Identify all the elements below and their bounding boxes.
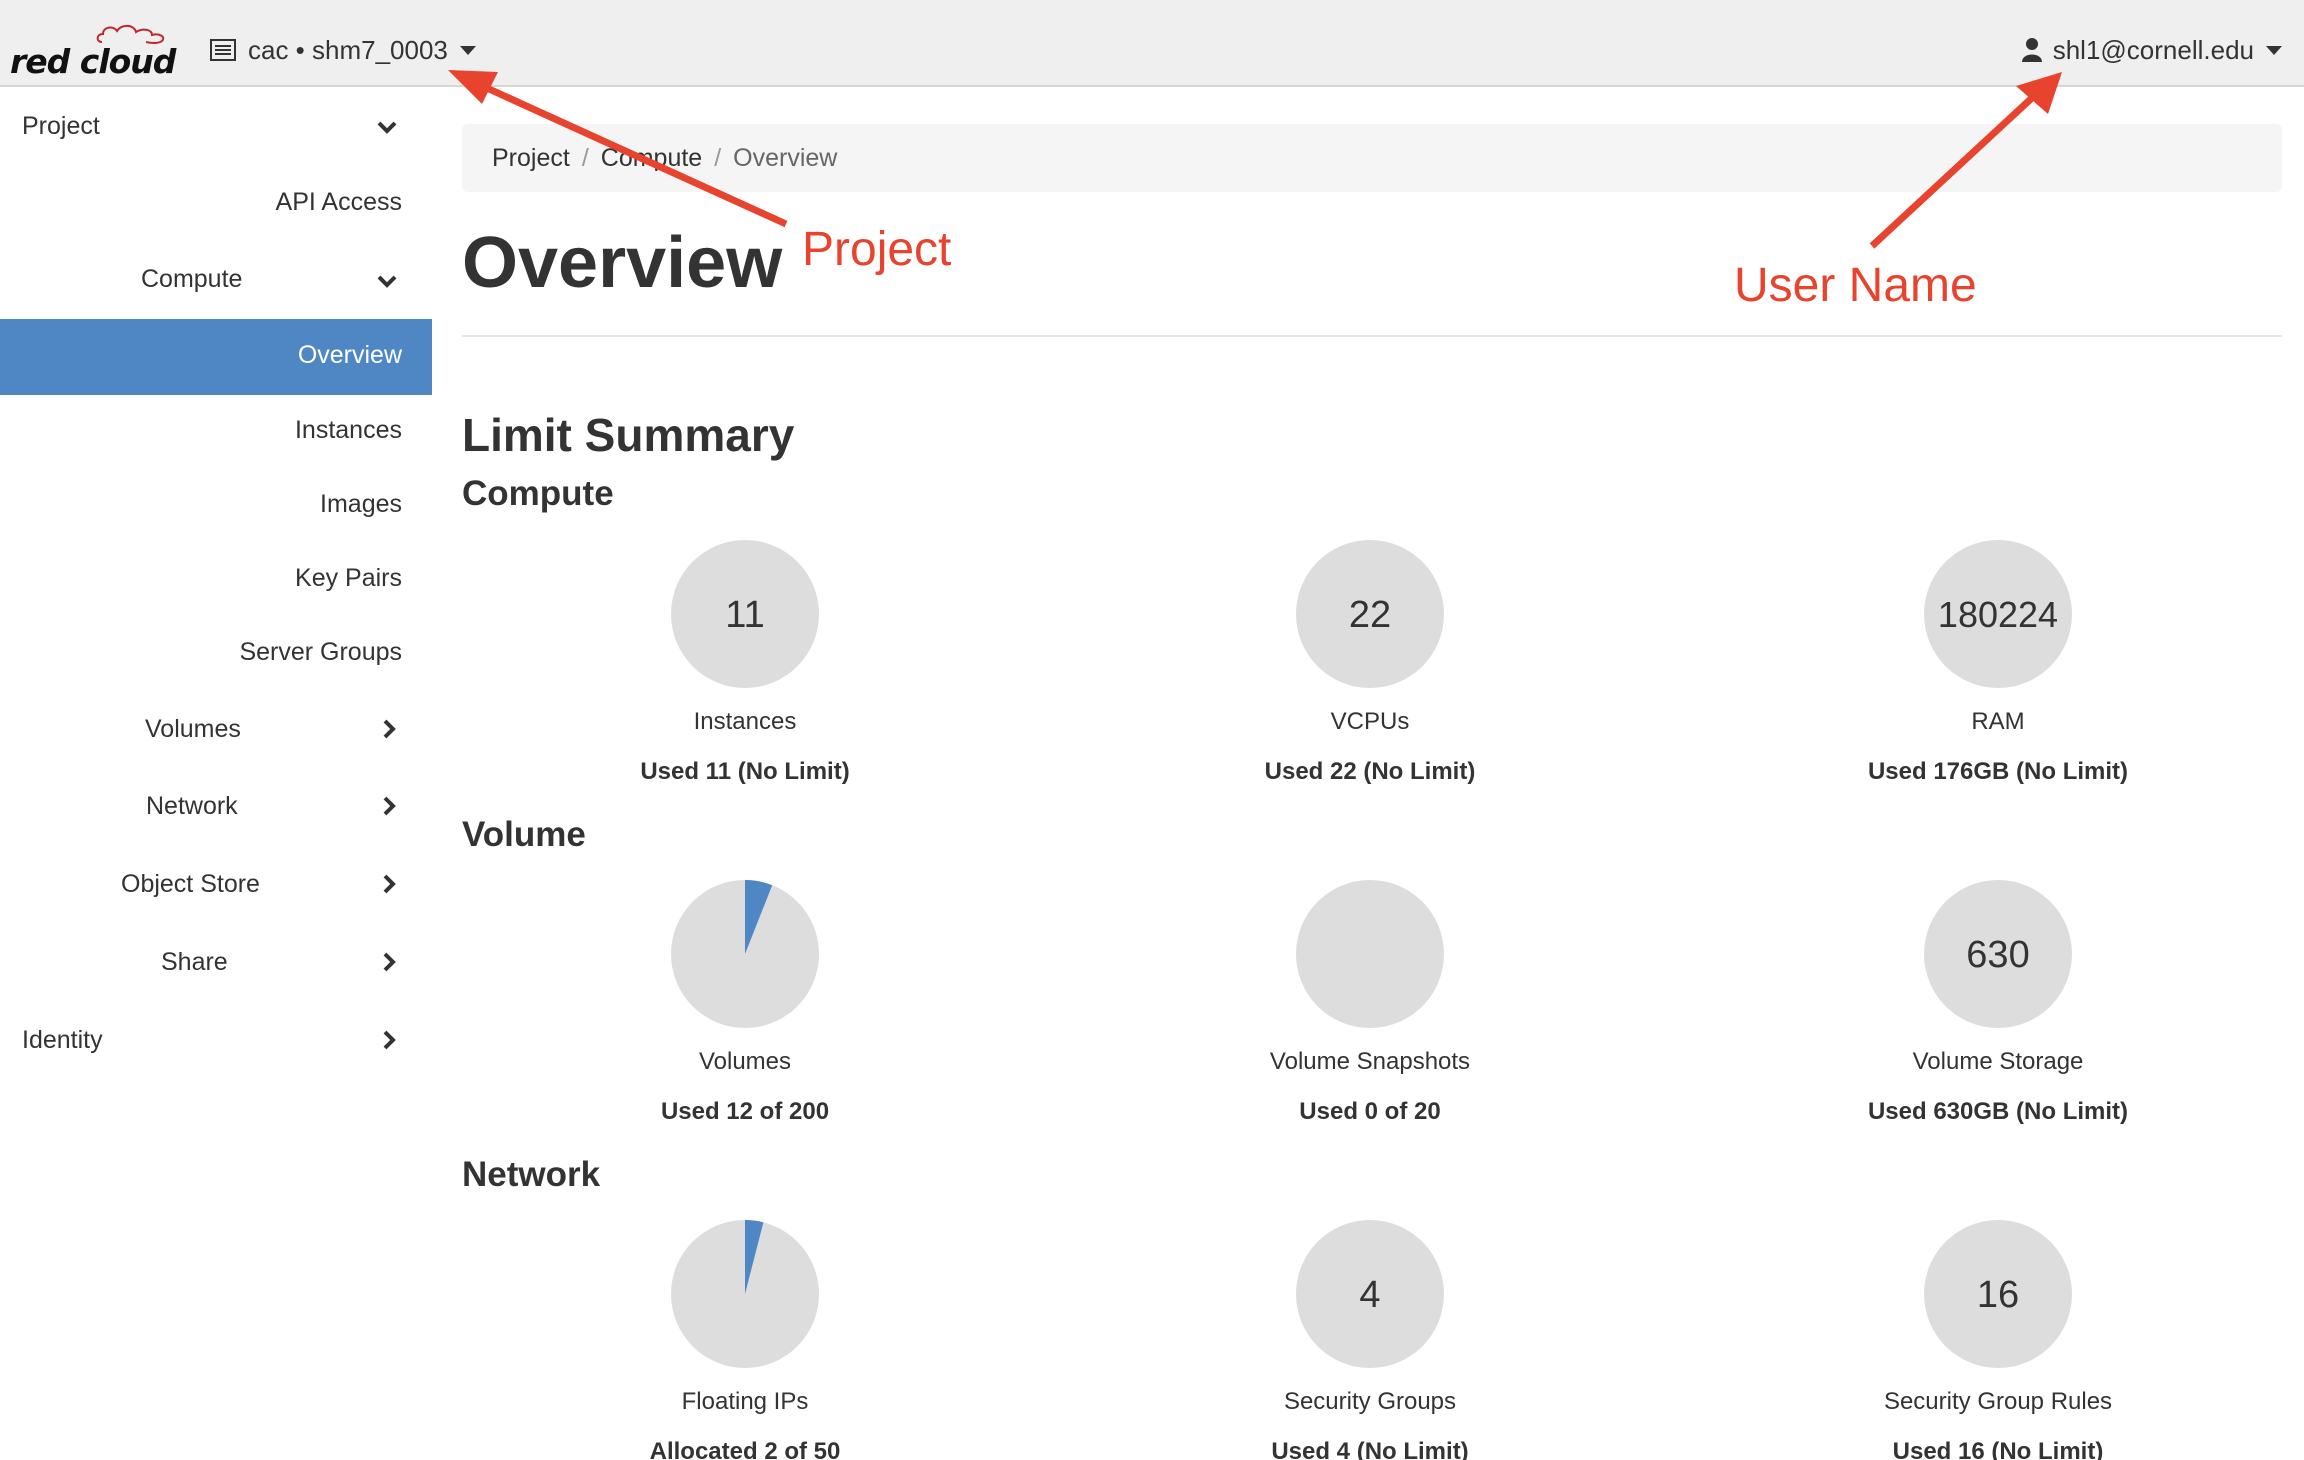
limit-chart-volume-storage: 630 Volume Storage Used 630GB (No Limit) <box>1778 878 2218 1126</box>
chevron-right-icon[interactable] <box>378 795 400 817</box>
sidebar-item-volumes[interactable]: Volumes <box>145 715 241 744</box>
sidebar-item-identity[interactable]: Identity <box>22 1026 103 1055</box>
chevron-right-icon[interactable] <box>378 718 400 740</box>
title-divider <box>462 335 2282 337</box>
user-menu-dropdown[interactable]: shl1@cornell.edu <box>2021 30 2282 70</box>
pie-chart <box>1296 880 1444 1028</box>
sidebar-item-server-groups[interactable]: Server Groups <box>239 638 402 667</box>
project-list-icon <box>210 39 236 61</box>
pie-value-text: 4 <box>1359 1274 1380 1316</box>
pie-chart: 16 <box>1924 1220 2072 1368</box>
chevron-right-icon[interactable] <box>378 873 400 895</box>
pie-chart: 22 <box>1296 540 1444 688</box>
chart-usage-text: Used 4 (No Limit) <box>1271 1438 1469 1460</box>
pie-chart: 11 <box>671 540 819 688</box>
sidebar-item-object-store[interactable]: Object Store <box>121 870 260 899</box>
sidebar-item-images[interactable]: Images <box>320 490 402 519</box>
limit-chart-floating-ips: Floating IPs Allocated 2 of 50 <box>525 1218 965 1460</box>
limit-chart-ram: 180224 RAM Used 176GB (No Limit) <box>1778 538 2218 786</box>
user-icon <box>2021 38 2042 62</box>
chart-label: Floating IPs <box>681 1388 809 1415</box>
chevron-right-icon[interactable] <box>378 951 400 973</box>
limit-chart-security-group-rules: 16 Security Group Rules Used 16 (No Limit) <box>1778 1218 2218 1460</box>
limit-chart-security-groups: 4 Security Groups Used 4 (No Limit) <box>1150 1218 1590 1460</box>
chevron-down-icon[interactable] <box>376 270 398 292</box>
pie-value-text: 11 <box>725 594 764 636</box>
chart-label: VCPUs <box>1330 708 1410 735</box>
sidebar-item-network[interactable]: Network <box>146 792 238 821</box>
caret-down-icon <box>459 45 476 55</box>
pie-chart: 180224 <box>1924 540 2072 688</box>
section-heading-volume: Volume <box>462 815 586 854</box>
limit-summary-heading: Limit Summary <box>462 409 795 461</box>
chart-usage-text: Used 16 (No Limit) <box>1892 1438 2104 1460</box>
chart-usage-text: Used 12 of 200 <box>660 1098 830 1125</box>
pie-chart: 4 <box>1296 1220 1444 1368</box>
sidebar-item-overview[interactable]: Overview <box>0 319 432 395</box>
sidebar-item-compute[interactable]: Compute <box>141 265 242 294</box>
chart-label: Security Group Rules <box>1883 1388 2113 1415</box>
breadcrumb-project[interactable]: Project <box>492 144 570 173</box>
red-cloud-logo[interactable]: red cloud <box>10 22 176 82</box>
breadcrumb-separator: / <box>581 143 589 172</box>
limit-chart-volumes: Volumes Used 12 of 200 <box>525 878 965 1126</box>
chevron-right-icon[interactable] <box>378 1029 400 1051</box>
page-title: Overview <box>462 223 783 303</box>
sidebar-item-api-access[interactable]: API Access <box>276 188 402 217</box>
limit-chart-volume-snapshots: Volume Snapshots Used 0 of 20 <box>1150 878 1590 1126</box>
chart-usage-text: Allocated 2 of 50 <box>649 1438 841 1460</box>
section-heading-compute: Compute <box>462 474 614 513</box>
breadcrumb-separator: / <box>714 143 722 172</box>
pie-background <box>1296 880 1444 1028</box>
breadcrumb-overview: Overview <box>733 143 838 172</box>
chart-usage-text: Used 630GB (No Limit) <box>1867 1098 2129 1125</box>
limit-chart-instances: 11 Instances Used 11 (No Limit) <box>525 538 965 786</box>
sidebar-item-label: Overview <box>297 341 402 369</box>
chart-label: Instances <box>693 708 797 735</box>
sidebar-item-share[interactable]: Share <box>161 948 228 977</box>
chart-label: Volumes <box>698 1048 792 1075</box>
chart-label: Volume Storage <box>1912 1048 2084 1075</box>
sidebar-item-project[interactable]: Project <box>22 112 100 141</box>
section-heading-network: Network <box>462 1155 601 1194</box>
pie-chart <box>671 1220 819 1368</box>
pie-chart <box>671 880 819 1028</box>
chart-label: Security Groups <box>1283 1388 1457 1415</box>
chart-label: Volume Snapshots <box>1269 1048 1471 1075</box>
pie-chart: 630 <box>1924 880 2072 1028</box>
breadcrumb: Project / Compute / Overview <box>462 124 2282 192</box>
sidebar-item-instances[interactable]: Instances <box>295 416 402 445</box>
pie-value-text: 180224 <box>1938 594 2058 635</box>
project-selector-label: cac • shm7_0003 <box>248 34 448 65</box>
annotation-label-project: Project <box>802 223 952 276</box>
sidebar-item-key-pairs[interactable]: Key Pairs <box>295 564 402 593</box>
pie-value-text: 16 <box>1977 1274 2019 1316</box>
limit-chart-vcpus: 22 VCPUs Used 22 (No Limit) <box>1150 538 1590 786</box>
pie-value-text: 630 <box>1966 934 2029 976</box>
project-selector-dropdown[interactable]: cac • shm7_0003 <box>210 30 476 70</box>
pie-value-text: 22 <box>1349 594 1391 636</box>
top-navbar: red cloud cac • shm7_0003 shl1@cornell.e… <box>0 0 2304 87</box>
chart-usage-text: Used 11 (No Limit) <box>640 758 850 785</box>
caret-down-icon <box>2266 45 2282 55</box>
chart-label: RAM <box>1971 708 2025 735</box>
sidebar-nav: Project API Access Compute Overview Inst… <box>0 89 432 1460</box>
user-name: shl1@cornell.edu <box>2052 34 2254 65</box>
annotation-label-user: User Name <box>1734 259 1977 312</box>
chart-usage-text: Used 0 of 20 <box>1299 1098 1441 1125</box>
breadcrumb-compute[interactable]: Compute <box>601 144 702 173</box>
chart-usage-text: Used 176GB (No Limit) <box>1867 758 2129 785</box>
chevron-down-icon[interactable] <box>376 116 398 138</box>
chart-usage-text: Used 22 (No Limit) <box>1264 758 1476 785</box>
logo-text: red cloud <box>10 42 176 81</box>
